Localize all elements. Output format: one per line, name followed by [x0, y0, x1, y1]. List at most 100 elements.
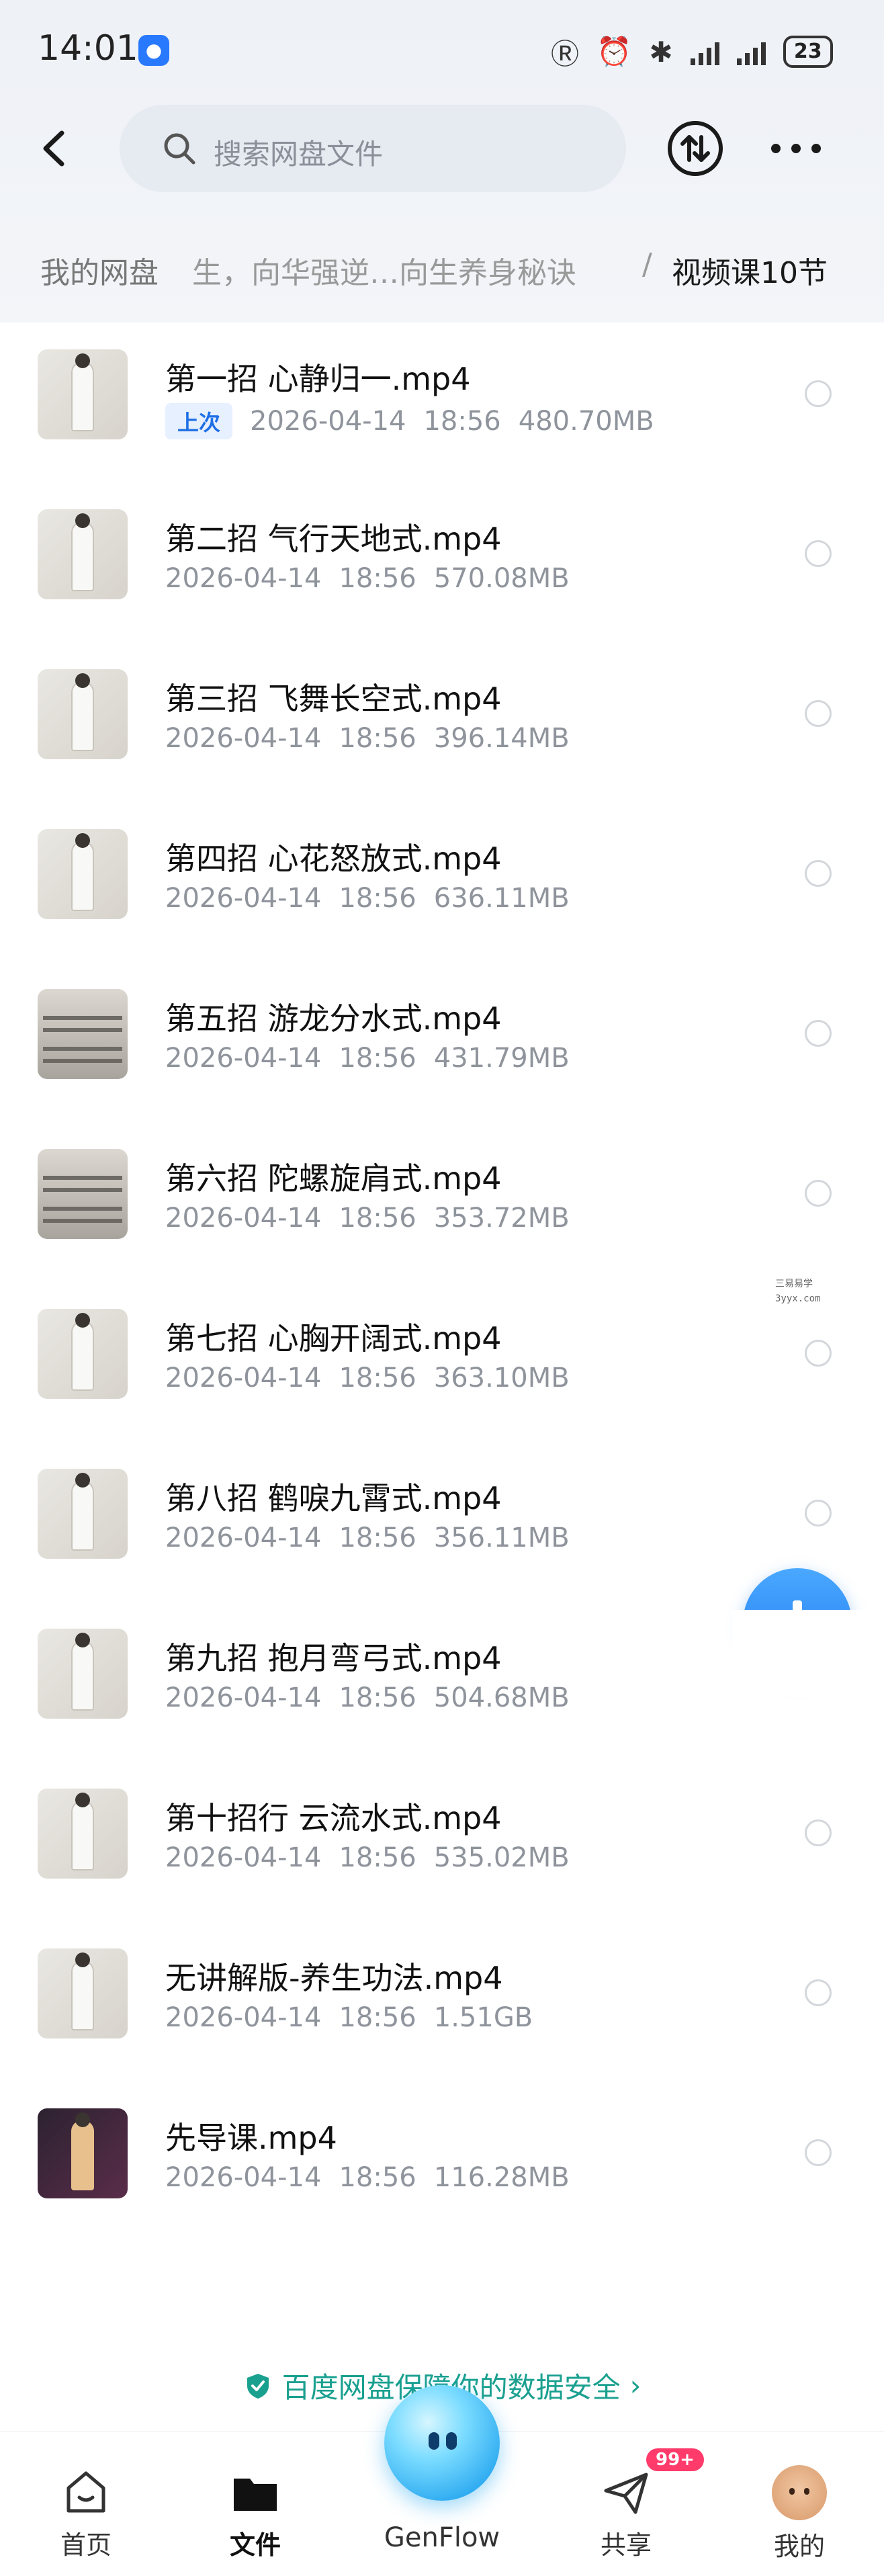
breadcrumb-middle[interactable]: 生，向华强逆…向生养身秘诀 [192, 249, 576, 292]
video-thumbnail[interactable] [38, 1629, 128, 1719]
video-thumbnail[interactable] [38, 989, 128, 1079]
file-date: 2026-04-14 [250, 406, 406, 437]
signal-icon-2 [736, 38, 766, 65]
more-icon[interactable] [766, 128, 826, 168]
select-radio[interactable] [805, 860, 832, 887]
video-thumbnail[interactable] [38, 2108, 128, 2198]
file-meta: 2026-04-14 18:56 363.10MB [165, 1363, 570, 1393]
nav-home-label: 首页 [60, 2530, 112, 2560]
file-row[interactable]: 第一招 心静归一.mp4 上次 2026-04-14 18:56 480.70MB [0, 323, 884, 482]
file-meta: 2026-04-14 18:56 636.11MB [165, 883, 570, 914]
file-size: 535.02MB [433, 1842, 570, 1873]
video-thumbnail[interactable] [38, 1309, 128, 1399]
file-name: 第九招 抱月弯弓式.mp4 [165, 1640, 502, 1676]
file-meta: 2026-04-14 18:56 356.11MB [165, 1522, 570, 1553]
video-thumbnail[interactable] [38, 349, 128, 439]
file-time: 18:56 [339, 723, 416, 754]
watermark-line1: 三易易学 [775, 1279, 813, 1289]
file-date: 2026-04-14 [165, 723, 322, 754]
file-time: 18:56 [339, 1682, 416, 1713]
select-radio[interactable] [805, 1500, 832, 1527]
bulb-icon: ● [138, 35, 169, 66]
file-size: 480.70MB [518, 406, 654, 437]
file-date: 2026-04-14 [165, 1203, 322, 1234]
file-date: 2026-04-14 [165, 1522, 322, 1553]
chevron-right-icon: › [629, 2369, 642, 2402]
video-thumbnail[interactable] [38, 1789, 128, 1879]
file-date: 2026-04-14 [165, 1363, 322, 1393]
file-time: 18:56 [339, 1842, 416, 1873]
file-size: 1.51GB [433, 2002, 533, 2033]
nav-mine[interactable]: 我的 [746, 2465, 853, 2563]
file-row[interactable]: 第二招 气行天地式.mp4 2026-04-14 18:56 570.08MB [0, 482, 884, 642]
breadcrumb-root[interactable]: 我的网盘 [40, 249, 159, 292]
nav-files[interactable]: 文件 [202, 2465, 309, 2561]
file-size: 431.79MB [433, 1043, 570, 1074]
file-time: 18:56 [339, 563, 416, 594]
nav-home[interactable]: 首页 [32, 2465, 140, 2561]
nav-share[interactable]: 共享 [572, 2465, 680, 2561]
status-bar: 14:01 ● Ⓡ ⏰ ✱ 23 [0, 0, 884, 101]
share-icon [599, 2465, 653, 2519]
file-name: 第二招 气行天地式.mp4 [165, 521, 502, 557]
file-size: 570.08MB [433, 563, 570, 594]
watermark-line2: 3yyx.com [775, 1293, 821, 1304]
search-input[interactable]: 搜索网盘文件 [120, 105, 626, 192]
video-thumbnail[interactable] [38, 1149, 128, 1239]
file-row[interactable]: 第三招 飞舞长空式.mp4 2026-04-14 18:56 396.14MB [0, 642, 884, 802]
file-time: 18:56 [339, 1203, 416, 1234]
breadcrumb-separator: / [642, 247, 652, 282]
file-list: 第一招 心静归一.mp4 上次 2026-04-14 18:56 480.70MB 第二招… [0, 323, 884, 2338]
file-size: 116.28MB [433, 2162, 570, 2193]
last-played-tag: 上次 [165, 403, 233, 439]
video-thumbnail[interactable] [38, 509, 128, 599]
file-time: 18:56 [339, 1363, 416, 1393]
file-meta: 2026-04-14 18:56 570.08MB [165, 563, 570, 594]
file-date: 2026-04-14 [165, 1842, 322, 1873]
file-row[interactable]: 第七招 心胸开阔式.mp4 2026-04-14 18:56 363.10MB [0, 1282, 884, 1442]
video-thumbnail[interactable] [38, 1948, 128, 2038]
signal-icon [690, 38, 719, 65]
file-size: 504.68MB [433, 1682, 570, 1713]
fab-overlap [732, 1610, 884, 1697]
file-size: 356.11MB [433, 1522, 570, 1553]
file-time: 18:56 [339, 1043, 416, 1074]
bluetooth-icon: ✱ [649, 35, 673, 69]
nav-files-label: 文件 [229, 2530, 281, 2560]
nav-mine-label: 我的 [773, 2532, 825, 2561]
watermark: 三易易学 3yyx.com [775, 1277, 820, 1306]
select-radio[interactable] [805, 1819, 832, 1846]
file-time: 18:56 [339, 2162, 416, 2193]
file-name: 无讲解版-养生功法.mp4 [165, 1960, 503, 1996]
file-name: 第八招 鹤唳九霄式.mp4 [165, 1480, 502, 1516]
select-radio[interactable] [805, 1340, 832, 1367]
file-time: 18:56 [339, 1522, 416, 1553]
select-radio[interactable] [805, 1979, 832, 2006]
select-radio[interactable] [805, 1020, 832, 1047]
nav-genflow-label[interactable]: GenFlow [363, 2522, 521, 2553]
file-row[interactable]: 第十招行 云流水式.mp4 2026-04-14 18:56 535.02MB [0, 1762, 884, 1922]
file-row[interactable]: 第五招 游龙分水式.mp4 2026-04-14 18:56 431.79MB [0, 962, 884, 1122]
video-thumbnail[interactable] [38, 1469, 128, 1559]
file-size: 353.72MB [433, 1203, 570, 1234]
file-row[interactable]: 先导课.mp4 2026-04-14 18:56 116.28MB [0, 2081, 884, 2241]
file-row[interactable]: 无讲解版-养生功法.mp4 2026-04-14 18:56 1.51GB [0, 1922, 884, 2081]
select-radio[interactable] [805, 1180, 832, 1207]
video-thumbnail[interactable] [38, 669, 128, 759]
battery-icon: 23 [783, 36, 833, 68]
video-thumbnail[interactable] [38, 829, 128, 919]
select-radio[interactable] [805, 2139, 832, 2166]
file-row[interactable]: 第四招 心花怒放式.mp4 2026-04-14 18:56 636.11MB [0, 802, 884, 962]
file-date: 2026-04-14 [165, 883, 322, 914]
genflow-orb-icon[interactable] [384, 2385, 500, 2501]
transfer-icon[interactable] [668, 121, 723, 176]
file-date: 2026-04-14 [165, 2002, 322, 2033]
back-arrow-icon[interactable] [32, 125, 79, 172]
file-meta: 上次 2026-04-14 18:56 480.70MB [165, 403, 654, 439]
file-date: 2026-04-14 [165, 563, 322, 594]
select-radio[interactable] [805, 540, 832, 567]
select-radio[interactable] [805, 380, 832, 407]
file-row[interactable]: 第八招 鹤唳九霄式.mp4 2026-04-14 18:56 356.11MB [0, 1442, 884, 1602]
file-row[interactable]: 第六招 陀螺旋肩式.mp4 2026-04-14 18:56 353.72MB [0, 1122, 884, 1282]
select-radio[interactable] [805, 700, 832, 727]
